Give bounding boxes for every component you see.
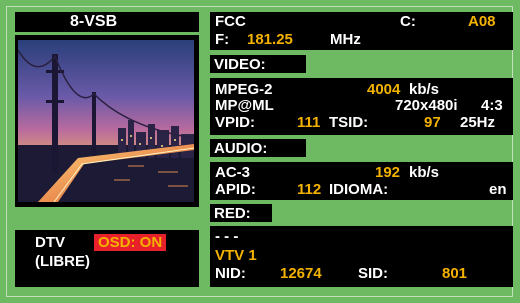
osd-status-badge[interactable]: OSD: ON <box>94 234 167 251</box>
standard-label: FCC <box>215 13 246 30</box>
video-aspect: 4:3 <box>481 97 503 114</box>
network-info-panel: - - - VTV 1 NID: 12674 SID: 801 <box>210 226 513 287</box>
language-label: IDIOMA: <box>329 181 389 198</box>
video-bitrate-unit: kb/s <box>409 81 440 98</box>
channel-value: A08 <box>468 13 496 30</box>
audio-bitrate: 192 <box>375 164 401 181</box>
language-value: en <box>489 181 507 198</box>
audio-codec: AC-3 <box>215 164 251 181</box>
audio-bitrate-unit: kb/s <box>409 164 440 181</box>
audio-info-panel: AC-3 192 kb/s APID: 112 IDIOMA: en <box>210 162 513 200</box>
sid-label: SID: <box>358 265 388 282</box>
video-codec: MPEG-2 <box>215 81 273 98</box>
frequency-unit: MHz <box>330 31 361 48</box>
access-label: (LIBRE) <box>35 253 90 270</box>
network-dashes: - - - <box>215 228 239 245</box>
frame-rate: 25Hz <box>460 114 496 131</box>
mode-label: DTV <box>35 234 65 251</box>
video-bitrate: 4004 <box>367 81 401 98</box>
apid-value: 112 <box>297 181 322 198</box>
video-resolution: 720x480i <box>395 97 458 114</box>
tsid-label: TSID: <box>329 114 369 131</box>
audio-header-label: AUDIO: <box>214 140 268 157</box>
video-header: VIDEO: <box>210 55 306 73</box>
tv-analyzer-screen: 8-VSB DTV OSD: ON (LIBRE) FCC C: A08 F: … <box>0 0 520 303</box>
nid-value: 12674 <box>280 265 322 282</box>
frequency-value: 181.25 <box>247 31 293 48</box>
sid-value: 801 <box>442 265 468 282</box>
audio-header: AUDIO: <box>210 139 306 157</box>
channel-label: C: <box>400 13 416 30</box>
vpid-value: 111 <box>297 114 321 131</box>
modulation-label: 8-VSB <box>70 13 118 30</box>
tsid-value: 97 <box>424 114 441 131</box>
status-panel: DTV OSD: ON (LIBRE) <box>15 230 199 287</box>
video-header-label: VIDEO: <box>214 56 266 73</box>
service-name: VTV 1 <box>215 247 257 264</box>
network-header-label: RED: <box>214 205 251 222</box>
network-header: RED: <box>210 204 272 222</box>
frequency-label: F: <box>215 31 230 48</box>
video-info-panel: MPEG-2 4004 kb/s MP@ML 720x480i 4:3 VPID… <box>210 78 513 135</box>
vpid-label: VPID: <box>215 114 256 131</box>
preview-image <box>18 40 194 202</box>
apid-label: APID: <box>215 181 256 198</box>
video-profile: MP@ML <box>215 97 274 114</box>
modulation-panel: 8-VSB <box>15 12 199 32</box>
frequency-panel: FCC C: A08 F: 181.25 MHz <box>210 12 513 50</box>
nid-label: NID: <box>215 265 246 282</box>
